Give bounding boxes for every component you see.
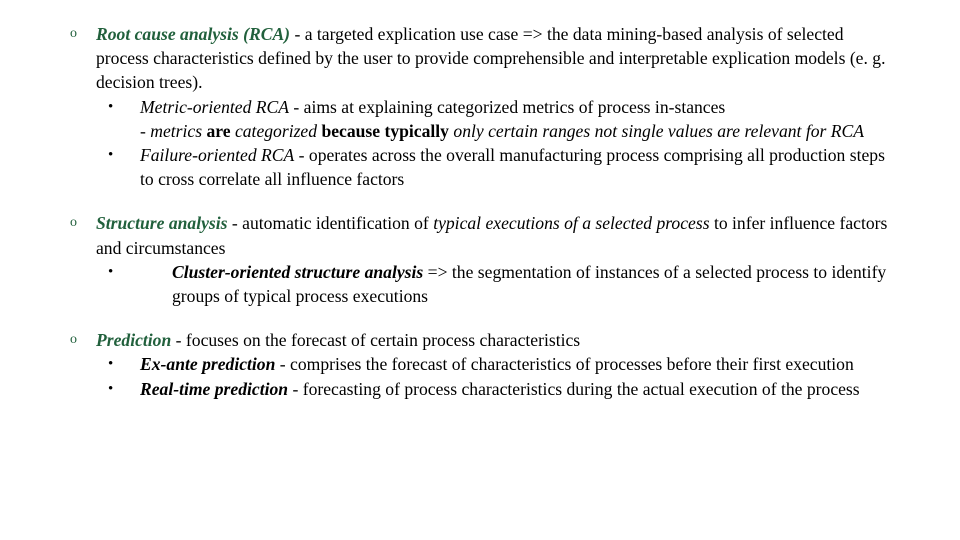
body-run-structure-analysis-1: - automatic identification of (227, 213, 434, 234)
content-block-root-cause-analysis: o Root cause analysis (RCA) - a targeted… (68, 22, 900, 191)
bullet-circle-icon: o (70, 26, 77, 41)
list-item-ex-ante-prediction: • Ex-ante prediction - comprises the for… (68, 352, 900, 376)
list-item-real-time-prediction: • Real-time prediction - forecasting of … (68, 377, 900, 401)
list-item-root-cause-analysis: o Root cause analysis (RCA) - a targeted… (68, 22, 900, 95)
heading-structure-analysis: Structure analysis (96, 213, 228, 234)
list-item-cluster-oriented-structure-analysis: • Cluster-oriented structure analysis =>… (68, 260, 900, 308)
heading-root-cause-analysis: Root cause analysis (RCA) (96, 24, 291, 44)
bullet-circle-icon: o (70, 332, 77, 348)
note-run-metrics: - metrics (140, 120, 207, 141)
heading-metric-oriented-rca: Metric-oriented RCA (140, 96, 290, 117)
body-prediction: - focuses on the forecast of certain pro… (171, 330, 581, 351)
body-ex-ante-prediction: - comprises the forecast of characterist… (275, 354, 854, 375)
note-metric-oriented-rca: - metrics are categorized because typica… (68, 119, 900, 143)
bullet-circle-icon: o (70, 215, 77, 231)
bullet-dot-icon: • (108, 263, 114, 280)
bullet-dot-icon: • (108, 147, 114, 164)
heading-real-time-prediction: Real-time prediction (140, 378, 289, 399)
content-block-prediction: o Prediction - focuses on the forecast o… (68, 328, 900, 401)
slide-canvas: o Root cause analysis (RCA) - a targeted… (0, 0, 960, 540)
note-run-because-typically: because typically (321, 120, 454, 141)
bullet-dot-icon: • (108, 356, 114, 373)
heading-prediction: Prediction (96, 330, 172, 351)
bullet-dot-icon: • (108, 98, 114, 115)
list-item-metric-oriented-rca: • Metric-oriented RCA - aims at explaini… (68, 95, 900, 119)
body-real-time-prediction: - forecasting of process characteristics… (288, 378, 860, 399)
list-item-structure-analysis: o Structure analysis - automatic identif… (68, 211, 900, 259)
body-metric-oriented-rca: - aims at explaining categorized metrics… (289, 96, 726, 117)
heading-failure-oriented-rca: Failure-oriented RCA (140, 145, 295, 166)
note-run-categorized: categorized (234, 120, 322, 141)
note-run-are: are (206, 120, 235, 141)
list-item-prediction: o Prediction - focuses on the forecast o… (68, 328, 900, 352)
content-block-structure-analysis: o Structure analysis - automatic identif… (68, 211, 900, 308)
note-run-only-certain-ranges: only certain ranges not single values ar… (453, 120, 864, 141)
list-item-failure-oriented-rca: • Failure-oriented RCA - operates across… (68, 143, 900, 191)
body-run-structure-analysis-2: typical executions of a selected process (433, 213, 710, 234)
heading-ex-ante-prediction: Ex-ante prediction (140, 354, 276, 375)
bullet-dot-icon: • (108, 380, 114, 397)
heading-cluster-oriented-structure-analysis: Cluster-oriented structure analysis (172, 261, 424, 282)
